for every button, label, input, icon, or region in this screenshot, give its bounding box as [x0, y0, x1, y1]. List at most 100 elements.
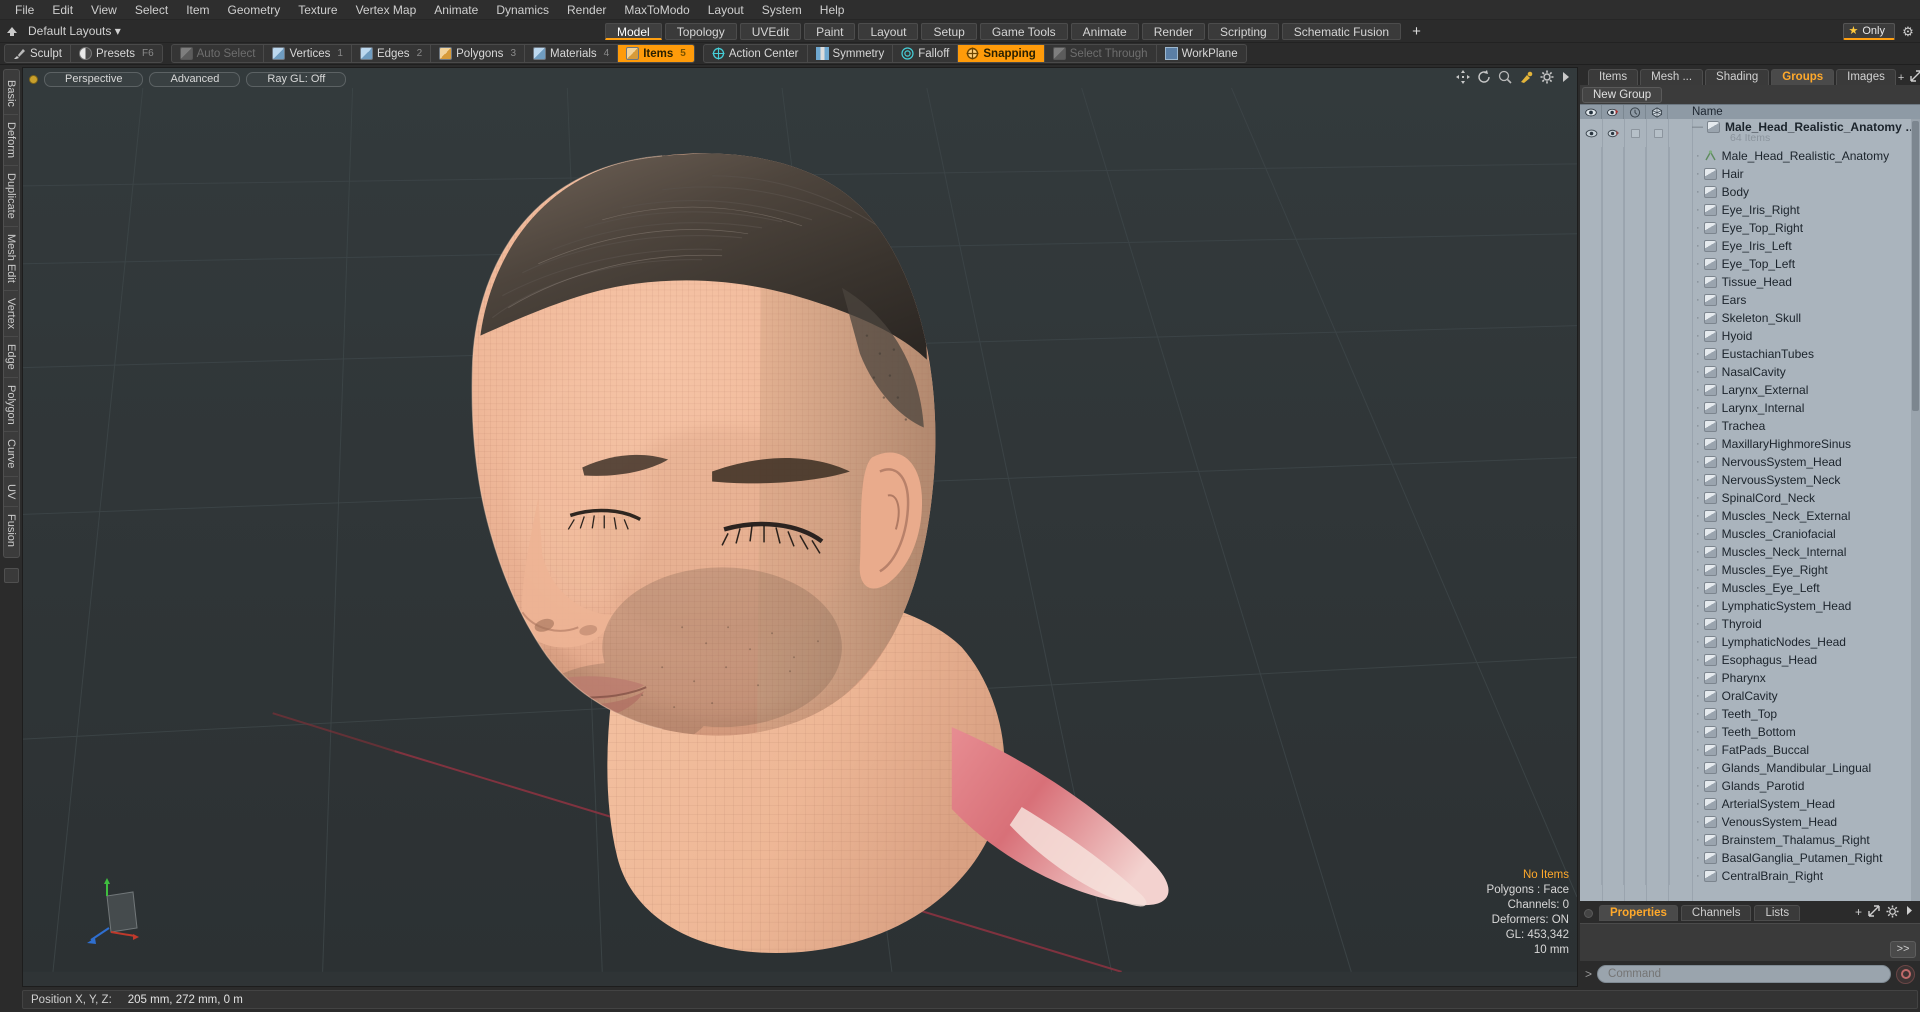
row-lock-toggle[interactable]: [1624, 119, 1646, 147]
list-item[interactable]: · Eye_Iris_Left: [1580, 237, 1920, 255]
row-wire-toggle[interactable]: [1646, 525, 1670, 543]
left-rail-tab-deform[interactable]: Deform: [4, 113, 18, 165]
row-eye-toggle[interactable]: [1580, 597, 1602, 615]
list-item[interactable]: · LymphaticNodes_Head: [1580, 633, 1920, 651]
row-lock-toggle[interactable]: [1624, 255, 1646, 273]
menu-item-item[interactable]: Item: [177, 0, 218, 20]
viewport-menu-dot-icon[interactable]: [29, 74, 38, 84]
row-render-toggle[interactable]: [1602, 849, 1624, 867]
list-item[interactable]: · Ears: [1580, 291, 1920, 309]
row-lock-toggle[interactable]: [1624, 669, 1646, 687]
menu-item-geometry[interactable]: Geometry: [219, 0, 290, 20]
rotate-icon[interactable]: [1477, 70, 1491, 87]
tool-action-center[interactable]: Action Center: [704, 45, 808, 62]
menu-item-edit[interactable]: Edit: [43, 0, 82, 20]
row-eye-toggle[interactable]: [1580, 633, 1602, 651]
row-wire-toggle[interactable]: [1646, 615, 1670, 633]
row-render-toggle[interactable]: [1602, 651, 1624, 669]
row-wire-toggle[interactable]: [1646, 741, 1670, 759]
row-lock-toggle[interactable]: [1624, 309, 1646, 327]
row-lock-toggle[interactable]: [1624, 219, 1646, 237]
row-wire-toggle[interactable]: [1646, 867, 1670, 885]
list-item[interactable]: · FatPads_Buccal: [1580, 741, 1920, 759]
list-item[interactable]: · EustachianTubes: [1580, 345, 1920, 363]
list-item[interactable]: · NasalCavity: [1580, 363, 1920, 381]
row-render-toggle[interactable]: [1602, 777, 1624, 795]
column-header-lock[interactable]: [1624, 104, 1646, 120]
row-wire-toggle[interactable]: [1646, 777, 1670, 795]
row-wire-toggle[interactable]: [1646, 597, 1670, 615]
row-render-toggle[interactable]: [1602, 507, 1624, 525]
row-wire-toggle[interactable]: [1646, 327, 1670, 345]
row-render-toggle[interactable]: [1602, 705, 1624, 723]
row-wire-toggle[interactable]: [1646, 291, 1670, 309]
row-eye-toggle[interactable]: [1580, 777, 1602, 795]
properties-tab-properties[interactable]: Properties: [1599, 905, 1678, 921]
row-wire-toggle[interactable]: [1646, 363, 1670, 381]
list-item[interactable]: · NervousSystem_Neck: [1580, 471, 1920, 489]
tool-sculpt[interactable]: Sculpt: [5, 45, 71, 62]
row-eye-toggle[interactable]: [1580, 381, 1602, 399]
gear-icon[interactable]: ⚙: [1900, 24, 1916, 40]
row-wire-toggle[interactable]: [1646, 119, 1670, 147]
row-render-toggle[interactable]: [1602, 345, 1624, 363]
list-item[interactable]: · Esophagus_Head: [1580, 651, 1920, 669]
expand-panel-icon[interactable]: [1910, 70, 1920, 85]
row-eye-toggle[interactable]: [1580, 237, 1602, 255]
tool-snapping[interactable]: Snapping: [958, 45, 1045, 62]
row-lock-toggle[interactable]: [1624, 777, 1646, 795]
row-wire-toggle[interactable]: [1646, 651, 1670, 669]
row-lock-toggle[interactable]: [1624, 561, 1646, 579]
row-lock-toggle[interactable]: [1624, 381, 1646, 399]
row-wire-toggle[interactable]: [1646, 489, 1670, 507]
row-lock-toggle[interactable]: [1624, 201, 1646, 219]
add-tab-icon[interactable]: +: [1855, 905, 1862, 921]
menu-item-file[interactable]: File: [6, 0, 43, 20]
row-lock-toggle[interactable]: [1624, 813, 1646, 831]
row-wire-toggle[interactable]: [1646, 723, 1670, 741]
row-eye-toggle[interactable]: [1580, 417, 1602, 435]
left-rail-tab-mesh-edit[interactable]: Mesh Edit: [4, 225, 18, 290]
row-lock-toggle[interactable]: [1624, 795, 1646, 813]
list-item[interactable]: · Skeleton_Skull: [1580, 309, 1920, 327]
list-item[interactable]: · Trachea: [1580, 417, 1920, 435]
row-wire-toggle[interactable]: [1646, 165, 1670, 183]
properties-menu-dot-icon[interactable]: [1584, 908, 1593, 918]
row-eye-toggle[interactable]: [1580, 453, 1602, 471]
list-scrollbar[interactable]: [1911, 119, 1920, 901]
row-render-toggle[interactable]: [1602, 417, 1624, 435]
row-render-toggle[interactable]: [1602, 291, 1624, 309]
tool-materials[interactable]: Materials 4: [525, 45, 619, 62]
viewport-projection-button[interactable]: Perspective: [44, 71, 144, 87]
left-rail-tab-fusion[interactable]: Fusion: [4, 506, 18, 554]
properties-expand-button[interactable]: >>: [1890, 941, 1916, 958]
list-item[interactable]: · ArterialSystem_Head: [1580, 795, 1920, 813]
row-render-toggle[interactable]: [1602, 489, 1624, 507]
record-macro-button[interactable]: [1896, 964, 1915, 984]
row-render-toggle[interactable]: [1602, 579, 1624, 597]
list-item[interactable]: · NervousSystem_Head: [1580, 453, 1920, 471]
list-item[interactable]: · Eye_Top_Right: [1580, 219, 1920, 237]
left-rail-tab-curve[interactable]: Curve: [4, 431, 18, 475]
tool-auto-select[interactable]: Auto Select: [172, 45, 265, 62]
add-tab-icon[interactable]: +: [1898, 72, 1904, 84]
row-lock-toggle[interactable]: [1624, 327, 1646, 345]
row-wire-toggle[interactable]: [1646, 345, 1670, 363]
right-panel-tab-mesh-[interactable]: Mesh ...: [1640, 69, 1704, 85]
list-item[interactable]: · Hair: [1580, 165, 1920, 183]
default-layouts-dropdown[interactable]: Default Layouts ▾: [24, 24, 121, 38]
list-item[interactable]: · Muscles_Eye_Right: [1580, 561, 1920, 579]
row-eye-toggle[interactable]: [1580, 543, 1602, 561]
group-item-list[interactable]: — Male_Head_Realistic_Anatomy … 64 Items · M…: [1580, 119, 1920, 901]
layout-tab-render[interactable]: Render: [1141, 23, 1206, 40]
row-lock-toggle[interactable]: [1624, 273, 1646, 291]
row-eye-toggle[interactable]: [1580, 867, 1602, 885]
row-render-toggle[interactable]: [1602, 543, 1624, 561]
menu-item-texture[interactable]: Texture: [289, 0, 346, 20]
layout-tab-paint[interactable]: Paint: [804, 23, 856, 40]
row-eye-toggle[interactable]: [1580, 669, 1602, 687]
row-wire-toggle[interactable]: [1646, 417, 1670, 435]
row-render-toggle[interactable]: [1602, 219, 1624, 237]
row-lock-toggle[interactable]: [1624, 831, 1646, 849]
row-lock-toggle[interactable]: [1624, 867, 1646, 885]
